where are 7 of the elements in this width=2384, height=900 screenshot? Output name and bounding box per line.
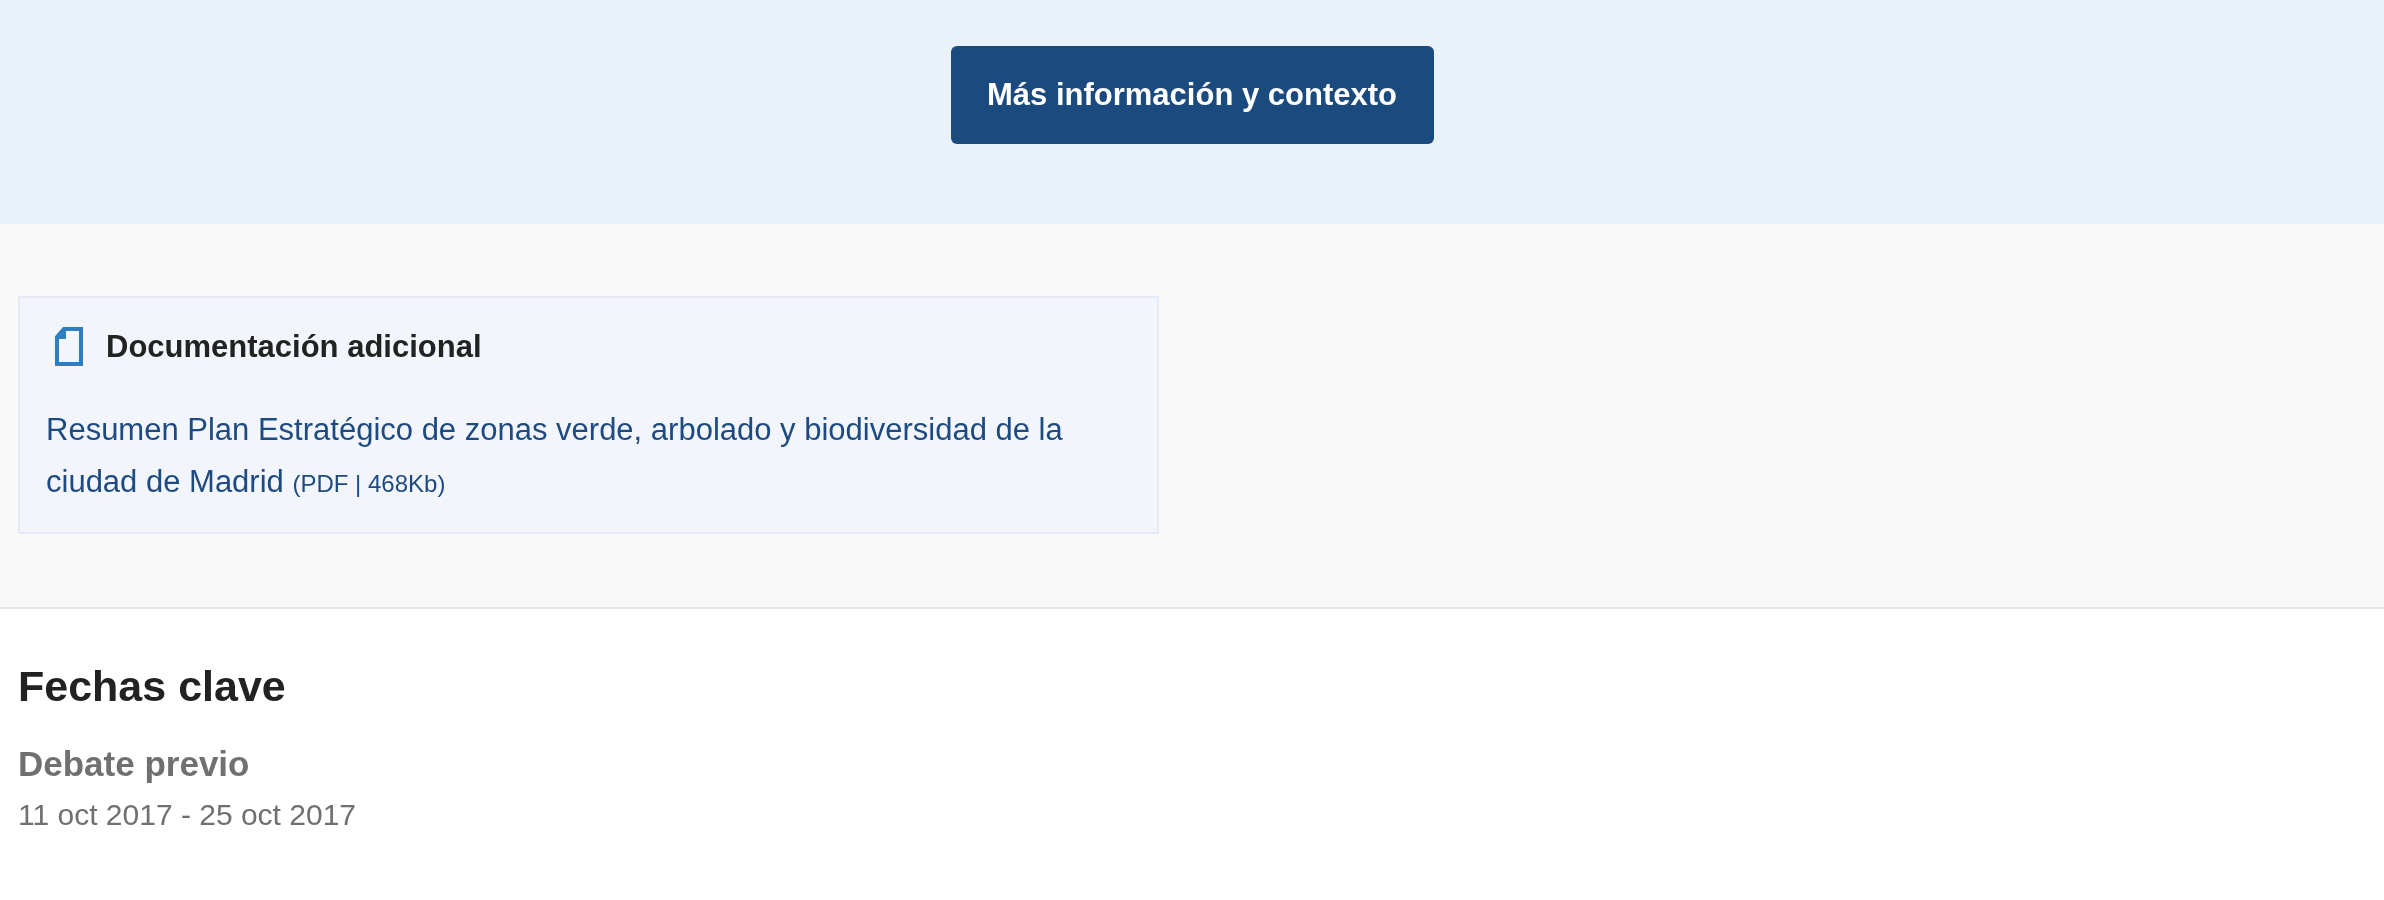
more-info-button[interactable]: Más información y contexto bbox=[950, 46, 1434, 144]
phase-title: Debate previo bbox=[18, 743, 250, 785]
phase-dates: 11 oct 2017 - 25 oct 2017 bbox=[18, 797, 357, 833]
key-dates-heading: Fechas clave bbox=[18, 661, 286, 712]
document-icon bbox=[54, 327, 84, 366]
documentation-title: Documentación adicional bbox=[106, 328, 482, 365]
document-link[interactable]: Resumen Plan Estratégico de zonas verde, arbolado y biodiversidad de la ciudad de Madrid (PDF | 468Kb) bbox=[46, 404, 1131, 510]
